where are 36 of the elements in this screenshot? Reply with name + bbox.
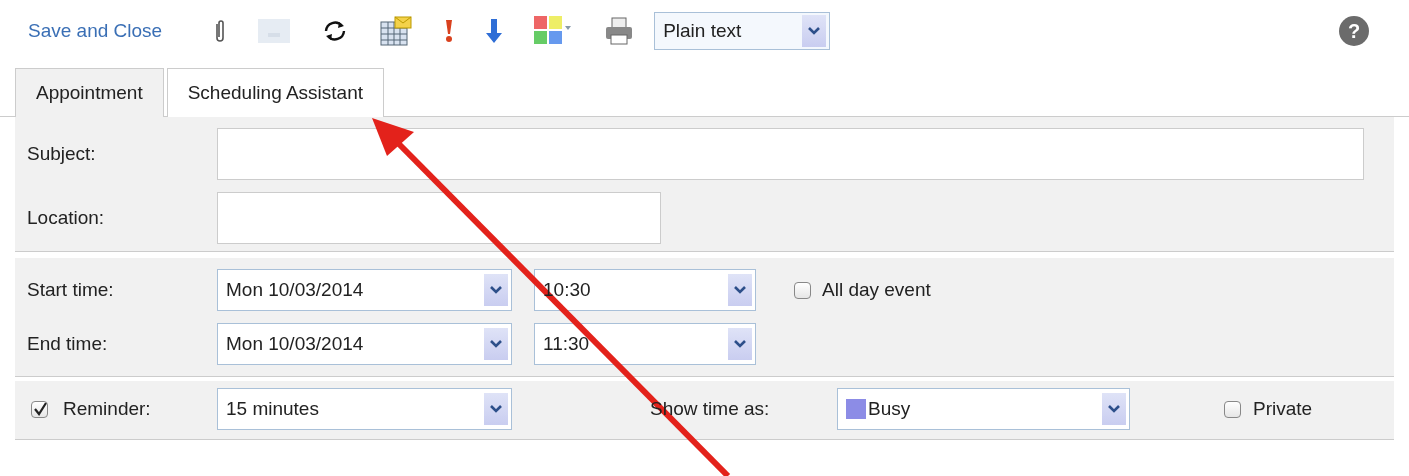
exclamation-icon[interactable] — [444, 18, 455, 44]
end-time-label: End time: — [26, 331, 109, 356]
all-day-event-label: All day event — [822, 277, 931, 302]
printer-icon[interactable] — [604, 16, 635, 46]
date-dropdown[interactable]: Mon 10/03/2014 — [217, 323, 512, 365]
down-arrow-icon[interactable] — [486, 18, 503, 44]
subject-label: Subject: — [26, 141, 97, 166]
tab[interactable]: Appointment — [15, 67, 164, 117]
private-label: Private — [1253, 396, 1313, 421]
chevron-icon — [1102, 393, 1126, 425]
date-dropdown[interactable]: Mon 10/03/2014 — [217, 269, 512, 311]
chevron-icon — [484, 274, 508, 306]
paperclip-icon[interactable] — [214, 18, 227, 44]
chevron-icon — [728, 274, 752, 306]
time-dropdown[interactable]: 10:30 — [534, 269, 756, 311]
chevron-icon — [484, 393, 508, 425]
format-dropdown[interactable]: Plain text — [654, 12, 831, 50]
show-time-as-dropdown[interactable]: Busy — [837, 388, 1130, 430]
help-button[interactable]: ? — [1339, 16, 1369, 46]
chevron-icon — [802, 15, 827, 47]
location-label: Location: — [26, 205, 106, 230]
calendar-mail-icon[interactable] — [380, 16, 413, 46]
checkbox[interactable] — [794, 281, 811, 299]
location-field[interactable] — [217, 192, 661, 244]
reminder-dropdown[interactable]: 15 minutes — [217, 388, 512, 430]
start-time-label: Start time: — [26, 277, 115, 302]
checkbox[interactable] — [31, 400, 48, 418]
chevron-icon — [728, 328, 752, 360]
color-grid-icon[interactable] — [534, 16, 573, 46]
tab[interactable]: Scheduling Assistant — [166, 67, 385, 117]
chevron-icon — [484, 328, 508, 360]
time-dropdown[interactable]: 11:30 — [534, 323, 756, 365]
checkbox[interactable] — [1224, 400, 1241, 418]
subject-field[interactable] — [217, 128, 1364, 180]
reminder-label: Reminder: — [63, 396, 151, 421]
save-and-close-link[interactable]: Save and Close — [28, 16, 163, 46]
